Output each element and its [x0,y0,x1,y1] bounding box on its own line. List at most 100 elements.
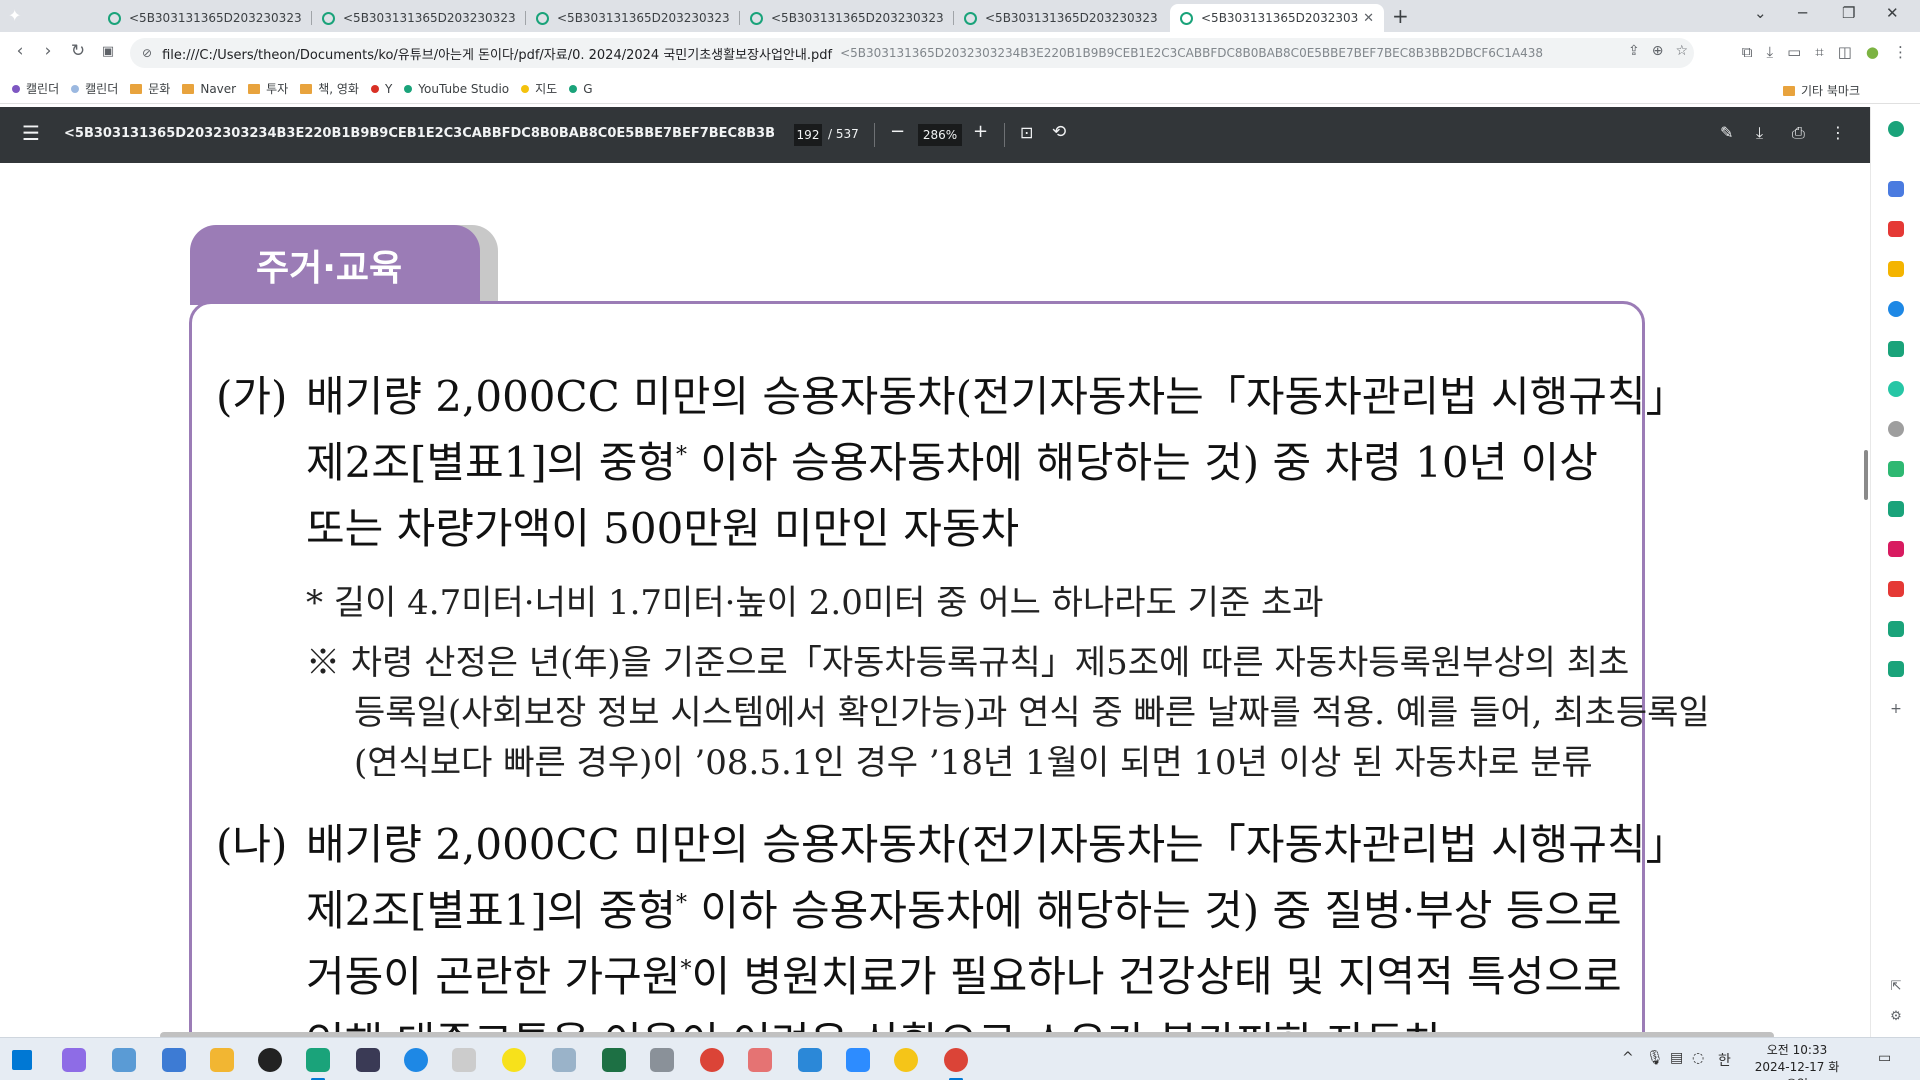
tray-overflow-icon[interactable]: ^ [1622,1050,1634,1066]
naver-whale-icon[interactable]: ▣ [96,44,120,59]
snipping-icon[interactable] [748,1048,772,1072]
new-tab-button[interactable]: + [1392,4,1409,28]
side-app-icon[interactable] [1888,121,1904,137]
browser-tab-active[interactable]: <5B303131365D20323032334B ✕ [1170,4,1384,32]
side-mail-icon[interactable] [1888,181,1904,197]
profile-logo-icon[interactable]: ✦ [8,6,88,28]
calculator-icon[interactable] [650,1048,674,1072]
copilot-icon[interactable] [62,1048,86,1072]
side-star-icon[interactable] [1888,261,1904,277]
ime-indicator[interactable]: 한 [1718,1050,1731,1070]
rotate-icon[interactable]: ⟲ [1052,122,1066,142]
whale-browser-icon[interactable] [306,1048,330,1072]
other-bookmarks[interactable]: 기타 북마크 [1782,82,1860,99]
download-icon[interactable]: ⤓ [1766,43,1773,61]
browser-tab[interactable]: <5B303131365D20323032334B [312,4,526,32]
side-youtube-icon[interactable] [1888,581,1904,597]
side-settings-icon[interactable]: ⚙ [1888,1009,1904,1025]
more-menu-icon[interactable]: ⋮ [1893,43,1908,61]
system-clock[interactable]: 오전 10:33 2024-12-17 화요일 [1752,1042,1842,1080]
address-bar[interactable]: ⊘ file:///C:/Users/theon/Documents/ko/유튜… [130,38,1694,68]
zoom-out-icon[interactable]: − [890,121,905,142]
chrome-icon[interactable] [700,1048,724,1072]
bookmark-folder[interactable]: 투자 [248,80,288,97]
sidebar-toggle-icon[interactable]: ◫ [1838,43,1852,61]
side-add-icon[interactable]: + [1888,701,1904,717]
zoom-level-input[interactable]: 286% [918,124,962,146]
text-span: 이 병원치료가 필요하나 건강상태 및 지역적 특성으로 [691,952,1622,1001]
davinci-icon[interactable] [356,1048,380,1072]
explorer-icon[interactable] [210,1048,234,1072]
notepad-icon[interactable] [552,1048,576,1072]
download-pdf-icon[interactable]: ⤓ [1756,123,1763,143]
page-number-input[interactable]: 192 [794,124,822,146]
browser-tab[interactable]: <5B303131365D20323032334B [526,4,740,32]
bookmark-item[interactable]: YouTube Studio [404,82,509,96]
store-icon[interactable] [798,1048,822,1072]
side-stock-icon[interactable] [1888,621,1904,637]
microphone-icon[interactable]: 🎙 [1646,1050,1664,1066]
network-icon[interactable]: ▤ [1670,1050,1683,1066]
zoom-icon[interactable]: ⊕ [1652,43,1664,59]
bookmark-item[interactable]: Y [370,82,392,96]
side-instagram-icon[interactable] [1888,541,1904,557]
zoom-app-icon[interactable] [846,1048,870,1072]
excel-icon[interactable] [602,1048,626,1072]
side-media-icon[interactable] [1888,501,1904,517]
extensions-icon[interactable]: ⧉ [1742,43,1753,61]
forward-icon[interactable]: › [36,41,60,61]
file-manager-icon[interactable] [112,1048,136,1072]
media-icon[interactable]: ▭ [1787,43,1801,61]
restore-icon[interactable]: ❐ [1842,4,1855,22]
profile-avatar-icon[interactable]: ● [1866,43,1879,61]
browser-tab[interactable]: <5B303131365D20323032334B [98,4,312,32]
side-play-icon[interactable] [1888,381,1904,397]
bookmark-item[interactable]: 캘린더 [71,80,118,97]
recorder-icon[interactable] [258,1048,282,1072]
bookmark-item[interactable]: 캘린더 [12,80,59,97]
screenshot-icon[interactable]: ⌗ [1815,43,1823,61]
fit-page-icon[interactable]: ⊡ [1020,123,1033,142]
section-header: 주거·교육 [190,225,480,305]
notification-icon[interactable]: ▭ [1878,1050,1891,1066]
browser-tab[interactable]: <5B303131365D20323032334B [740,4,954,32]
reload-icon[interactable]: ↻ [66,41,90,61]
close-window-icon[interactable]: ✕ [1886,4,1899,22]
bookmark-item[interactable]: 지도 [521,80,557,97]
pdf-more-icon[interactable]: ⋮ [1830,123,1846,142]
chrome-profile-icon[interactable] [944,1048,968,1072]
tab-search-icon[interactable]: ⌄ [1754,4,1767,22]
side-shop-icon[interactable] [1888,661,1904,677]
side-pocket-icon[interactable] [1888,221,1904,237]
annotate-pen-icon[interactable]: ✎ [1720,123,1733,142]
bookmark-item[interactable]: G [569,82,593,96]
bookmark-folder[interactable]: 문화 [130,80,170,97]
side-chat-icon[interactable] [1888,341,1904,357]
print-icon[interactable]: ⎙ [1792,123,1805,143]
share-icon[interactable]: ⇪ [1628,43,1640,59]
minimize-icon[interactable]: ─ [1798,4,1807,22]
browser-tab[interactable]: <5B303131365D20323032334B [954,4,1168,32]
back-icon[interactable]: ‹ [8,41,32,61]
bookmark-folder[interactable]: Naver [182,82,236,96]
pdf-viewer[interactable]: 주거·교육 (가) 배기량 2,000CC 미만의 승용자동차(전기자동차는「자… [0,163,1870,1033]
vertical-scrollbar[interactable] [1864,450,1868,500]
widget-icon[interactable] [162,1048,186,1072]
side-calendar-icon[interactable] [1888,461,1904,477]
zoom-in-icon[interactable]: + [973,121,988,142]
close-tab-icon[interactable]: ✕ [1363,11,1374,26]
media-player-icon[interactable] [894,1048,918,1072]
side-edge-icon[interactable] [1888,301,1904,317]
site-info-icon[interactable]: ⊘ [142,46,152,60]
speaker-icon[interactable]: ◌ [1692,1050,1704,1066]
kakaotalk-icon[interactable] [502,1048,526,1072]
bookmark-folder[interactable]: 책, 영화 [300,80,359,97]
side-avatar-icon[interactable] [1888,421,1904,437]
text-span: 제2조[별표1]의 중형 [306,438,677,487]
hamburger-menu-icon[interactable]: ☰ [22,121,40,145]
start-icon[interactable] [12,1050,32,1070]
bookmark-star-icon[interactable]: ☆ [1675,43,1688,59]
side-external-icon[interactable]: ⇱ [1888,979,1904,995]
photo-icon[interactable] [452,1048,476,1072]
edge-icon[interactable] [404,1048,428,1072]
